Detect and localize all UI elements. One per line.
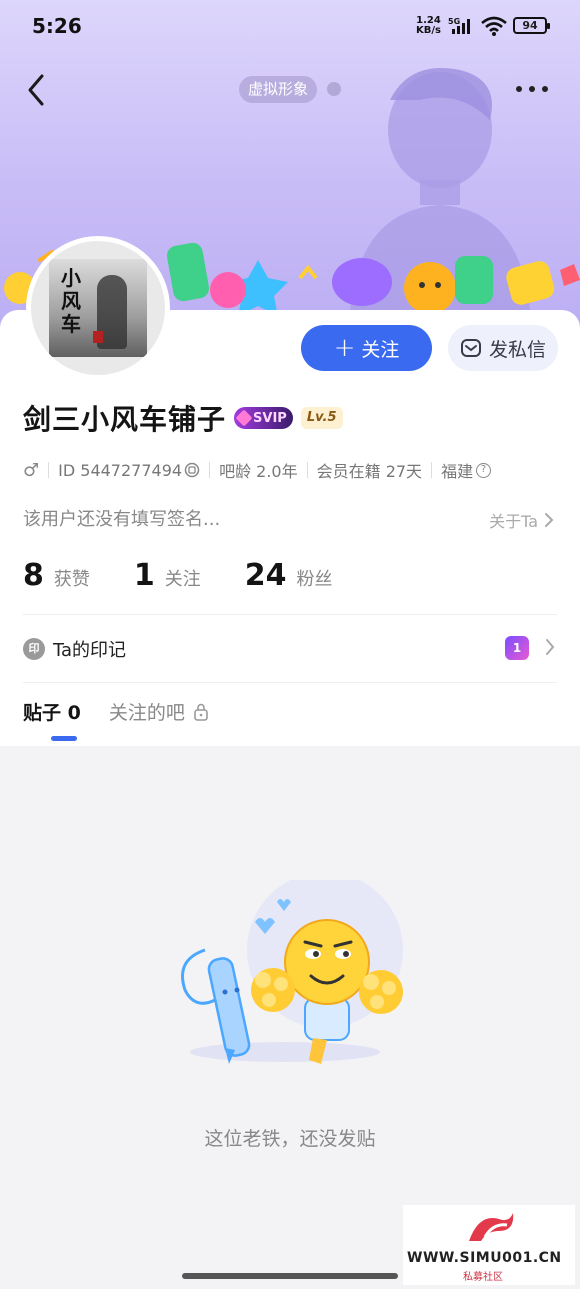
home-indicator[interactable] xyxy=(182,1273,398,1279)
tab-followed-bars[interactable]: 关注的吧 xyxy=(109,698,209,744)
medal-icon: 1 xyxy=(505,636,529,660)
avatar-text: 小风车 xyxy=(61,266,81,336)
tab-label: 关注的吧 xyxy=(108,702,185,724)
virtual-avatar-tag[interactable]: 虚拟形象 xyxy=(239,76,318,103)
avatar-image: 小风车 xyxy=(49,259,147,357)
divider xyxy=(23,682,557,683)
wifi-icon xyxy=(481,16,507,36)
back-arrow-icon[interactable] xyxy=(24,72,54,108)
tab-posts[interactable]: 贴子 0 xyxy=(23,698,81,744)
chevron-right-icon xyxy=(546,639,555,655)
divider xyxy=(23,614,557,615)
location: 福建 xyxy=(441,462,474,481)
username-row: 剑三小风车铺子 SVIP Lv.5 xyxy=(23,398,343,438)
membership-duration: 会员在籍 27天 xyxy=(316,462,423,481)
battery-indicator: 94 xyxy=(513,17,550,34)
username: 剑三小风车铺子 xyxy=(23,403,227,436)
network-speed: 1.24 KB/s xyxy=(416,16,441,36)
more-options-icon[interactable] xyxy=(514,86,550,94)
bar-age: 吧龄 2.0年 xyxy=(219,462,298,481)
stat-value: 24 xyxy=(244,558,287,593)
lock-icon xyxy=(194,703,208,721)
empty-state-message: 这位老铁，还没发贴 xyxy=(204,1128,376,1150)
stat-label: 粉丝 xyxy=(296,569,333,590)
svip-badge[interactable]: SVIP xyxy=(234,407,293,429)
marks-row[interactable]: 印 Ta的印记 1 xyxy=(23,633,557,665)
send-message-button[interactable]: 发私信 xyxy=(448,325,558,371)
level-badge[interactable]: Lv.5 xyxy=(300,407,343,429)
about-label: 关于Ta xyxy=(489,512,538,531)
stat-value: 8 xyxy=(23,558,44,593)
signature-text: 该用户还没有填写签名... xyxy=(23,509,221,530)
watermark-url: WWW.SIMU001.CN xyxy=(407,1250,562,1266)
svg-text:5G: 5G xyxy=(448,17,460,26)
stat-label: 关注 xyxy=(164,569,201,590)
avatar-tag-dot xyxy=(327,82,341,96)
diamond-icon xyxy=(235,409,253,427)
status-time: 5:26 xyxy=(32,14,82,38)
message-label: 发私信 xyxy=(488,338,546,361)
follow-button[interactable]: + 关注 xyxy=(301,325,432,371)
stat-label: 获赞 xyxy=(53,569,90,590)
stat-following[interactable]: 1 关注 xyxy=(134,558,201,593)
stat-value: 1 xyxy=(133,558,155,593)
stat-followers[interactable]: 24 粉丝 xyxy=(245,558,333,593)
watermark-logo-icon xyxy=(469,1213,514,1241)
watermark: WWW.SIMU001.CN 私募社区 xyxy=(403,1205,575,1285)
network-speed-unit: KB/s xyxy=(416,25,441,36)
stat-likes[interactable]: 8 获赞 xyxy=(23,558,90,593)
profile-stats: 8 获赞 1 关注 24 粉丝 xyxy=(23,558,377,598)
about-link[interactable]: 关于Ta xyxy=(489,508,554,532)
cheering-emoji-illustration xyxy=(181,880,403,1064)
copy-icon[interactable] xyxy=(184,462,200,478)
watermark-subtitle: 私募社区 xyxy=(463,1272,503,1283)
profile-meta-row: ♂ ID 5447277494 吧龄 2.0年 会员在籍 27天 福建 ? xyxy=(23,458,492,482)
envelope-icon xyxy=(460,339,481,357)
follow-label: 关注 xyxy=(361,338,400,361)
user-id: ID 5447277494 xyxy=(58,460,183,480)
cellular-signal-icon: 5G xyxy=(448,17,470,34)
status-bar: 5:26 1.24 KB/s 5G 94 xyxy=(0,0,580,52)
svip-label: SVIP xyxy=(253,410,287,426)
chevron-right-icon xyxy=(545,513,554,527)
plus-icon: + xyxy=(333,333,356,363)
seal-icon: 印 xyxy=(23,638,45,660)
male-gender-icon: ♂ xyxy=(23,459,40,481)
avatar[interactable]: 小风车 xyxy=(26,236,170,380)
profile-tabs: 贴子 0 关注的吧 xyxy=(23,698,237,744)
help-question-icon[interactable]: ? xyxy=(476,462,492,478)
marks-label: Ta的印记 xyxy=(53,640,127,661)
